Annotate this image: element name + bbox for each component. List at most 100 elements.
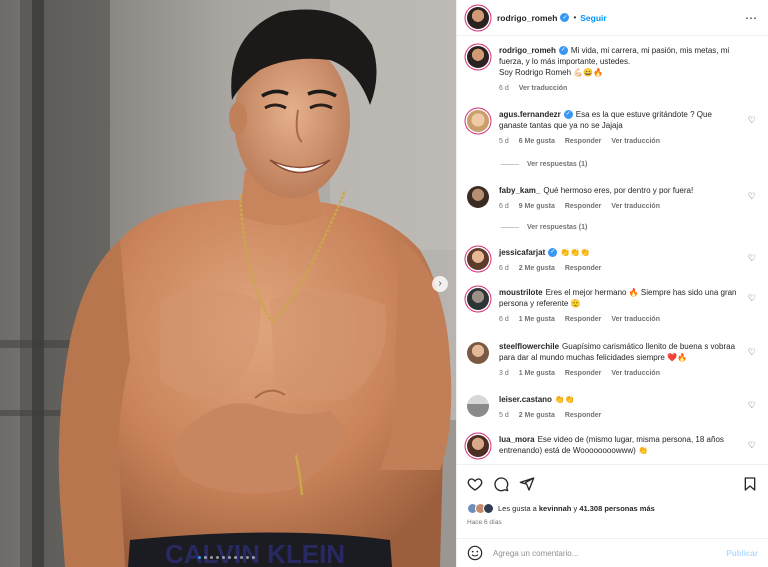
comment-likes[interactable]: 1 Me gusta [519, 370, 555, 377]
waistband-print: CALVIN KLEIN [165, 539, 345, 567]
author-avatar[interactable] [467, 46, 489, 68]
like-comment-icon[interactable]: ♡ [748, 347, 756, 358]
comment-meta: 3 d 1 Me gusta Responder Ver traducción [499, 368, 740, 379]
comment-time[interactable]: 6 d [499, 265, 509, 272]
commenter-username[interactable]: leiser.castano [499, 395, 552, 404]
translate-link[interactable]: Ver traducción [611, 316, 660, 323]
carousel-dot [204, 556, 207, 559]
share-icon[interactable] [519, 476, 535, 492]
view-replies-link[interactable]: Ver respuestas (1) [501, 224, 587, 231]
comment-text: Qué hermoso eres, por dentro y por fuera… [543, 186, 694, 195]
reply-link[interactable]: Responder [565, 370, 602, 377]
comment-item: leiser.castano 👏👏 5 d 2 Me gusta Responde… [467, 394, 758, 421]
comment-time[interactable]: 6 d [499, 316, 509, 323]
post-comment-button[interactable]: Publicar [726, 549, 758, 558]
like-comment-icon[interactable]: ♡ [748, 293, 756, 304]
commenter-avatar[interactable] [467, 110, 489, 132]
more-options-icon[interactable]: ⋯ [745, 11, 758, 25]
comment-item: moustrilote Eres el mejor hermano 🔥 Siemp… [467, 287, 758, 325]
comment-likes[interactable]: 6 Me gusta [519, 138, 555, 145]
like-comment-icon[interactable]: ♡ [748, 253, 756, 264]
caption: rodrigo_romeh ✓ Mi vida, mi carrera, mi pa… [467, 45, 758, 94]
comment-time[interactable]: 3 d [499, 370, 509, 377]
commenter-avatar[interactable] [467, 435, 489, 457]
caption-username[interactable]: rodrigo_romeh [499, 46, 556, 55]
comment-time[interactable]: 6 d [499, 203, 509, 210]
reply-link[interactable]: Responder [565, 138, 602, 145]
comment-text: 👏👏👏 [560, 248, 591, 257]
like-comment-icon[interactable]: ♡ [748, 115, 756, 126]
commenter-avatar[interactable] [467, 342, 489, 364]
comment-likes[interactable]: 9 Me gusta [519, 203, 555, 210]
liker-username[interactable]: kevinnah [539, 504, 572, 513]
likes-joiner: y [573, 504, 578, 513]
caption-signature: Soy Rodrigo Romeh 💪🏻😄🔥 [499, 68, 604, 77]
commenter-username[interactable]: faby_kam_ [499, 186, 540, 195]
comment-meta: 5 d 6 Me gusta Responder Ver traducción [499, 136, 740, 147]
like-comment-icon[interactable]: ♡ [748, 191, 756, 202]
post-header: rodrigo_romeh ✓ • Seguir ⋯ [457, 0, 768, 36]
verified-icon: ✓ [558, 46, 568, 56]
comment-likes[interactable]: 2 Me gusta [519, 265, 555, 272]
commenter-username[interactable]: jessicafarjat [499, 248, 545, 257]
carousel-dot [210, 556, 213, 559]
post-time-ago: Hace 6 días [467, 519, 502, 526]
author-avatar[interactable] [467, 6, 489, 29]
carousel-dot [228, 556, 231, 559]
comment-likes[interactable]: 2 Me gusta [519, 412, 555, 419]
comment-item: agus.fernandezr ✓ Esa es la que estuve gri… [467, 109, 758, 147]
author-username[interactable]: rodrigo_romeh [497, 13, 557, 23]
liker-avatar [483, 503, 494, 514]
translate-link[interactable]: Ver traducción [611, 370, 660, 377]
carousel-dot [216, 556, 219, 559]
likes-summary[interactable]: Les gusta a kevinnah y 41.308 personas m… [467, 503, 758, 514]
caption-meta: 6 d Ver traducción [499, 83, 740, 94]
commenter-username[interactable]: moustrilote [499, 288, 543, 297]
view-replies-label[interactable]: Ver respuestas (1) [527, 224, 587, 231]
reply-link[interactable]: Responder [565, 412, 602, 419]
comment-meta: 6 d 2 Me gusta Responder [499, 263, 740, 274]
like-comment-icon[interactable]: ♡ [748, 440, 756, 451]
comment-icon[interactable] [493, 476, 509, 492]
carousel-dots [198, 556, 255, 559]
commenter-avatar[interactable] [467, 186, 489, 208]
translate-link[interactable]: Ver traducción [519, 85, 568, 92]
next-photo-icon[interactable]: › [432, 276, 448, 292]
translate-link[interactable]: Ver traducción [611, 138, 660, 145]
commenter-avatar[interactable] [467, 395, 489, 417]
follow-button[interactable]: Seguir [580, 13, 606, 23]
post-image: CALVIN KLEIN [0, 0, 456, 567]
commenter-username[interactable]: agus.fernandezr [499, 110, 561, 119]
reply-link[interactable]: Responder [565, 203, 602, 210]
comments-list[interactable]: rodrigo_romeh ✓ Mi vida, mi carrera, mi pa… [457, 37, 768, 464]
like-icon[interactable] [467, 476, 483, 492]
replies-divider [501, 164, 519, 165]
comment-time[interactable]: 5 d [499, 138, 509, 145]
caption-time[interactable]: 6 d [499, 85, 509, 92]
commenter-username[interactable]: lua_mora [499, 435, 535, 444]
bookmark-icon[interactable] [742, 476, 758, 492]
comment-item: jessicafarjat ✓ 👏👏👏 6 d 2 Me gusta Respond… [467, 247, 758, 274]
post-photo[interactable]: CALVIN KLEIN › [0, 0, 456, 567]
commenter-avatar[interactable] [467, 288, 489, 310]
likes-count[interactable]: 41.308 personas más [579, 504, 654, 513]
reply-link[interactable]: Responder [565, 265, 602, 272]
view-replies-link[interactable]: Ver respuestas (1) [501, 161, 587, 168]
comment-meta: 6 d 1 Me gusta Responder Ver traducción [499, 314, 740, 325]
commenter-avatar[interactable] [467, 248, 489, 270]
comment-input[interactable]: Agrega un comentario... [493, 549, 726, 558]
comment-item: faby_kam_ Qué hermoso eres, por dentro y … [467, 185, 758, 212]
view-replies-label[interactable]: Ver respuestas (1) [527, 161, 587, 168]
comment-item: lua_mora Ese video de (mismo lugar, misma… [467, 434, 758, 457]
post-side-panel: rodrigo_romeh ✓ • Seguir ⋯ rodrigo_romeh… [456, 0, 768, 567]
comment-time[interactable]: 5 d [499, 412, 509, 419]
carousel-dot [234, 556, 237, 559]
reply-link[interactable]: Responder [565, 316, 602, 323]
commenter-username[interactable]: steelflowerchile [499, 342, 559, 351]
comment-likes[interactable]: 1 Me gusta [519, 316, 555, 323]
header-separator: • [573, 13, 577, 22]
emoji-icon[interactable] [467, 545, 483, 561]
like-comment-icon[interactable]: ♡ [748, 400, 756, 411]
translate-link[interactable]: Ver traducción [611, 203, 660, 210]
post-actions: Les gusta a kevinnah y 41.308 personas m… [457, 464, 768, 538]
